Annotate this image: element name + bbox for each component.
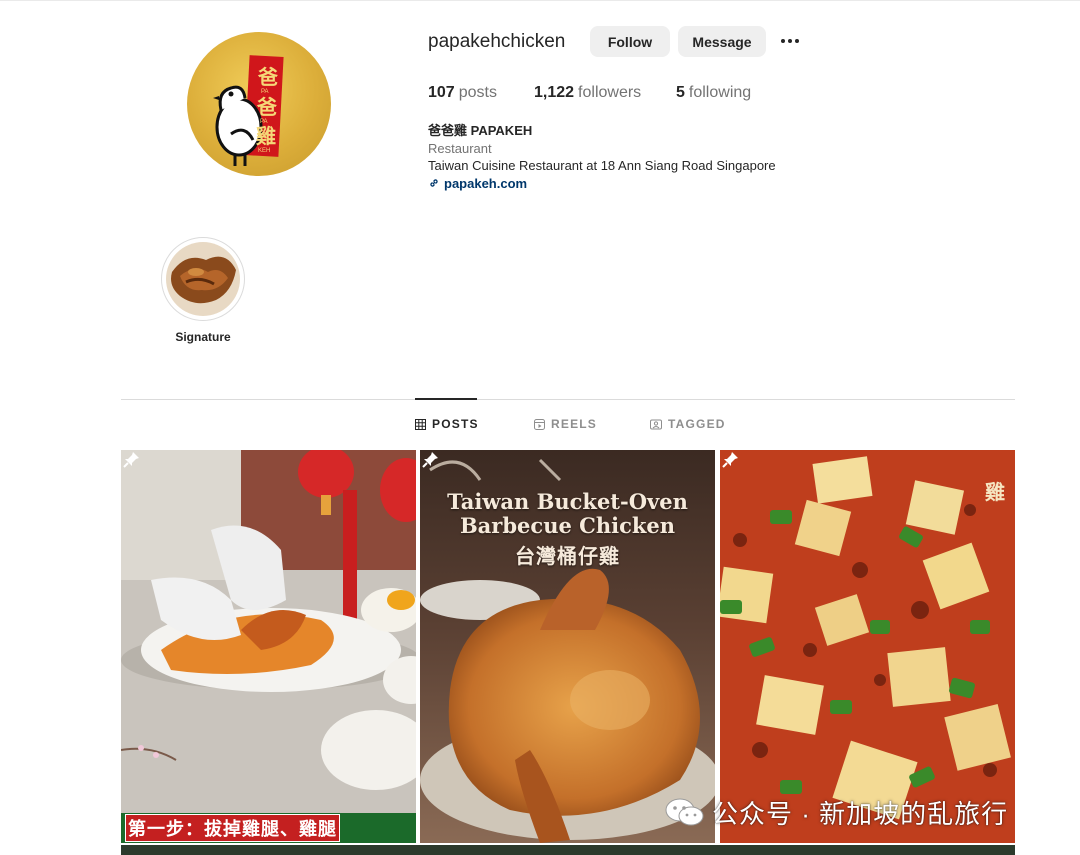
- stat-following[interactable]: 5 following: [676, 84, 751, 102]
- bio-name: 爸爸雞 PAPAKEH: [428, 123, 533, 138]
- followers-label: followers: [578, 84, 642, 101]
- logo-char-2: 爸: [256, 95, 277, 119]
- highlight-ring: [161, 237, 245, 321]
- watermark-text: 公众号 · 新加坡的乱旅行: [712, 798, 1009, 829]
- bio-link[interactable]: papakeh.com: [428, 175, 776, 193]
- profile-avatar[interactable]: 爸 PA 爸 PA 雞 KEH: [187, 32, 331, 176]
- post-3-image: [720, 450, 1015, 843]
- post-thumbnail-3[interactable]: 雞: [720, 450, 1015, 843]
- wechat-icon: [665, 798, 704, 826]
- bio-description: Taiwan Cuisine Restaurant at 18 Ann Sian…: [428, 158, 776, 173]
- highlight-label: Signature: [175, 330, 231, 344]
- highlight-thumbnail: [166, 242, 240, 316]
- instagram-profile-page: 爸 PA 爸 PA 雞 KEH papakehchicken Follow Me…: [0, 0, 1080, 855]
- papakeh-logo: 爸 PA 爸 PA 雞 KEH: [213, 55, 284, 166]
- pinned-icon: [422, 452, 438, 468]
- post-2-title-line3: 台灣桶仔雞: [515, 544, 620, 568]
- logo-char-1: 爸: [257, 65, 278, 89]
- bio-link-text: papakeh.com: [444, 175, 528, 191]
- posts-label: posts: [458, 84, 497, 101]
- following-count: 5: [676, 84, 685, 101]
- grid-icon: [415, 418, 426, 430]
- profile-bio: 爸爸雞 PAPAKEH Restaurant Taiwan Cuisine Re…: [428, 122, 776, 192]
- wechat-watermark: 公众号 · 新加坡的乱旅行: [664, 795, 1008, 829]
- post-thumbnail-1[interactable]: 第一步：拔掉雞腿、雞腿: [121, 450, 416, 843]
- tabs-divider: [121, 399, 1015, 400]
- tagged-icon: [650, 419, 662, 429]
- link-icon: [430, 179, 438, 187]
- tab-posts-label: POSTS: [432, 417, 479, 431]
- message-button[interactable]: Message: [678, 26, 766, 57]
- next-row-posts-partial[interactable]: [121, 845, 1015, 855]
- profile-username: papakehchicken: [428, 31, 566, 52]
- top-divider: [0, 0, 1080, 1]
- bio-category: Restaurant: [428, 140, 492, 156]
- active-tab-indicator: [415, 398, 477, 400]
- tab-tagged-label: TAGGED: [668, 417, 726, 431]
- tab-reels[interactable]: REELS: [534, 417, 597, 431]
- post-thumbnail-2[interactable]: Taiwan Bucket-Oven Barbecue Chicken 台灣桶仔…: [420, 450, 715, 843]
- tab-tagged[interactable]: TAGGED: [650, 417, 726, 431]
- post-1-image: [121, 450, 416, 843]
- tab-reels-label: REELS: [551, 417, 598, 431]
- pinned-icon: [123, 452, 139, 468]
- pinned-icon: [722, 452, 738, 468]
- post-1-caption: 第一步：拔掉雞腿、雞腿: [121, 813, 416, 843]
- post-2-title-line2: Barbecue Chicken: [459, 513, 676, 538]
- logo-keh: KEH: [258, 148, 270, 154]
- story-highlight-signature[interactable]: Signature: [160, 237, 246, 344]
- more-options-icon[interactable]: [776, 30, 804, 52]
- posts-count: 107: [428, 84, 455, 101]
- post-2-title-line1: Taiwan Bucket-Oven: [447, 489, 688, 514]
- post-1-caption-text: 第一步：拔掉雞腿、雞腿: [125, 814, 340, 842]
- post-3-corner-text: 雞: [985, 480, 1005, 504]
- following-label: following: [688, 84, 752, 101]
- reels-icon: [534, 418, 545, 430]
- stat-followers[interactable]: 1,122 followers: [534, 84, 641, 102]
- tab-posts[interactable]: POSTS: [415, 417, 479, 431]
- logo-char-3: 雞: [255, 124, 276, 148]
- followers-count: 1,122: [534, 84, 575, 101]
- stat-posts: 107 posts: [428, 84, 497, 102]
- follow-button[interactable]: Follow: [590, 26, 670, 57]
